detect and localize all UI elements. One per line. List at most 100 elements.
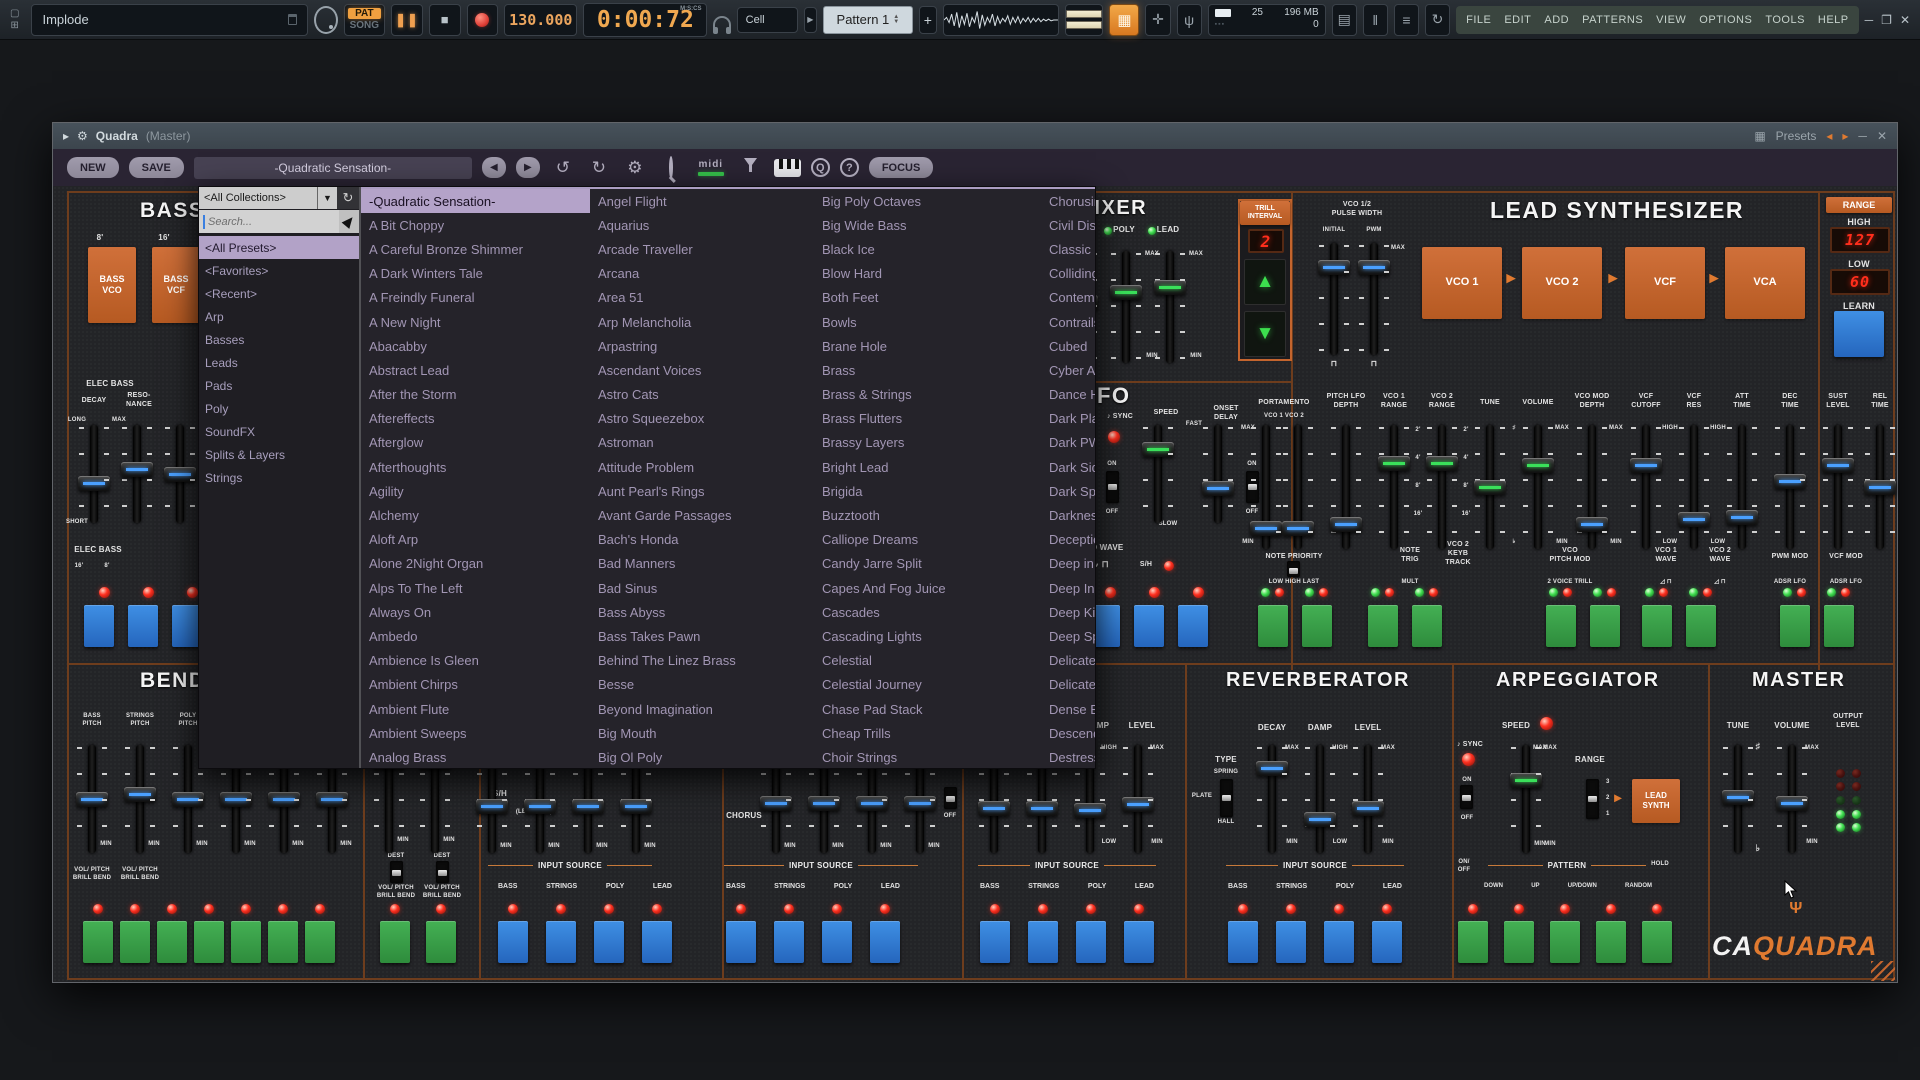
pad-button[interactable] [231, 921, 261, 963]
preset-item[interactable]: After the Storm [361, 383, 590, 407]
pad-button[interactable] [1076, 921, 1106, 963]
preset-item[interactable]: Cubed [1041, 334, 1095, 358]
typing-keyboard-button[interactable]: ψ [1177, 4, 1202, 36]
collection-item[interactable]: Strings [199, 466, 359, 489]
slider[interactable] [1821, 425, 1855, 549]
preset-item[interactable]: Bass Takes Pawn [590, 624, 814, 648]
switch[interactable] [944, 787, 957, 809]
slider[interactable] [1317, 243, 1351, 355]
slider[interactable] [1509, 745, 1543, 853]
preset-item[interactable]: Calliope Dreams [814, 528, 1041, 552]
preset-item[interactable]: Bach's Honda [590, 528, 814, 552]
slider[interactable] [1357, 243, 1391, 355]
slider[interactable] [1153, 251, 1187, 363]
collection-item[interactable]: Basses [199, 328, 359, 351]
preset-item[interactable]: Big Wide Bass [814, 213, 1041, 237]
preset-item[interactable]: Big Ol Poly [590, 745, 814, 768]
menu-item[interactable]: EDIT [1504, 14, 1531, 26]
cell-arrow[interactable]: ▶ [804, 7, 818, 33]
preset-item[interactable]: Alone 2Night Organ [361, 552, 590, 576]
pad-button[interactable] [1302, 605, 1332, 647]
pad-button[interactable] [157, 921, 187, 963]
collection-item[interactable]: Pads [199, 374, 359, 397]
preset-item[interactable]: Aquarius [590, 213, 814, 237]
pad-button[interactable] [1458, 921, 1488, 963]
pad-button[interactable] [128, 605, 158, 647]
trill-up-button[interactable]: ▲ [1244, 259, 1286, 305]
preset-item[interactable]: Contrails [1041, 310, 1095, 334]
preset-item[interactable]: Arcade Traveller [590, 237, 814, 261]
preset-item[interactable]: Arp Melancholia [590, 310, 814, 334]
switch[interactable] [436, 861, 449, 883]
preset-item[interactable]: Big Mouth [590, 721, 814, 745]
restore-button[interactable]: ❐ [1881, 13, 1892, 27]
menu-item[interactable]: OPTIONS [1699, 14, 1752, 26]
pad-button[interactable] [305, 921, 335, 963]
pad-button[interactable] [980, 921, 1010, 963]
switch[interactable] [1460, 785, 1473, 809]
pad-button[interactable] [726, 921, 756, 963]
pad-button[interactable] [1368, 605, 1398, 647]
preset-item[interactable]: A Careful Bronze Shimmer [361, 237, 590, 261]
preset-item[interactable]: Dance H [1041, 383, 1095, 407]
settings-gear-icon[interactable]: ⚙ [622, 158, 648, 178]
preset-item[interactable]: Brass Flutters [814, 407, 1041, 431]
preset-item[interactable]: Ambient Flute [361, 697, 590, 721]
zoom-icon[interactable] [658, 158, 684, 178]
preset-item[interactable]: Candy Jarre Split [814, 552, 1041, 576]
quantize-icon[interactable]: Q [811, 158, 830, 177]
preset-item[interactable]: Both Feet [814, 286, 1041, 310]
pad-button[interactable] [642, 921, 672, 963]
bass-vcf-box[interactable]: BASS VCF [152, 247, 200, 323]
pad-button[interactable] [194, 921, 224, 963]
song-mode[interactable]: SONG [350, 20, 379, 31]
save-button[interactable]: SAVE [129, 157, 184, 178]
preset-item[interactable]: Bowls [814, 310, 1041, 334]
preset-item[interactable]: Celestial Journey [814, 673, 1041, 697]
learn-button[interactable] [1834, 311, 1884, 357]
preset-item[interactable]: Cheap Trills [814, 721, 1041, 745]
pad-button[interactable] [1686, 605, 1716, 647]
preset-item[interactable]: Deep Sp [1041, 624, 1095, 648]
slider[interactable] [1249, 425, 1283, 549]
collection-item[interactable]: <Recent> [199, 282, 359, 305]
preset-item[interactable]: Dark Spe [1041, 479, 1095, 503]
headphones-icon[interactable] [713, 16, 730, 30]
preset-item[interactable]: Dense B [1041, 697, 1095, 721]
pad-button[interactable] [1124, 921, 1154, 963]
preset-item[interactable]: Ascendant Voices [590, 358, 814, 382]
pad-button[interactable] [498, 921, 528, 963]
lead-box-vco1[interactable]: VCO 1 [1422, 247, 1502, 319]
slider[interactable] [1377, 425, 1411, 549]
preset-item[interactable]: Darkness [1041, 503, 1095, 527]
preset-item[interactable]: Aloft Arp [361, 528, 590, 552]
preset-item[interactable]: Brassy Layers [814, 431, 1041, 455]
preset-item[interactable]: Ambient Sweeps [361, 721, 590, 745]
midi-button[interactable]: midi [694, 159, 728, 176]
preset-item[interactable]: Deep Kic [1041, 600, 1095, 624]
pat-song-toggle[interactable]: PAT SONG [344, 4, 386, 36]
menu-item[interactable]: VIEW [1656, 14, 1686, 26]
plugin-minimize-icon[interactable]: ─ [1858, 129, 1867, 143]
preset-item[interactable]: Bad Sinus [590, 576, 814, 600]
switch[interactable] [1220, 779, 1233, 817]
preset-item[interactable]: Aunt Pearl's Rings [590, 479, 814, 503]
pat-mode[interactable]: PAT [348, 8, 381, 19]
pad-button[interactable] [1228, 921, 1258, 963]
preset-item[interactable]: Blow Hard [814, 262, 1041, 286]
preset-item[interactable]: Ambience Is Gleen [361, 649, 590, 673]
preset-item[interactable]: Behind The Linez Brass [590, 649, 814, 673]
slider[interactable] [1677, 425, 1711, 549]
pad-button[interactable] [822, 921, 852, 963]
preset-item[interactable]: Bass Abyss [590, 600, 814, 624]
preset-item[interactable]: Deep In [1041, 576, 1095, 600]
preset-item[interactable]: Attitude Problem [590, 455, 814, 479]
preset-item[interactable]: -Quadratic Sensation- [361, 189, 590, 213]
minimize-button[interactable]: ─ [1865, 13, 1874, 27]
preset-item[interactable]: Celestial [814, 649, 1041, 673]
preset-item[interactable]: Capes And Fog Juice [814, 576, 1041, 600]
switch[interactable] [390, 861, 403, 883]
prev-arrow-button[interactable]: ◀ [482, 157, 506, 178]
slider[interactable] [1575, 425, 1609, 549]
pad-button[interactable] [268, 921, 298, 963]
